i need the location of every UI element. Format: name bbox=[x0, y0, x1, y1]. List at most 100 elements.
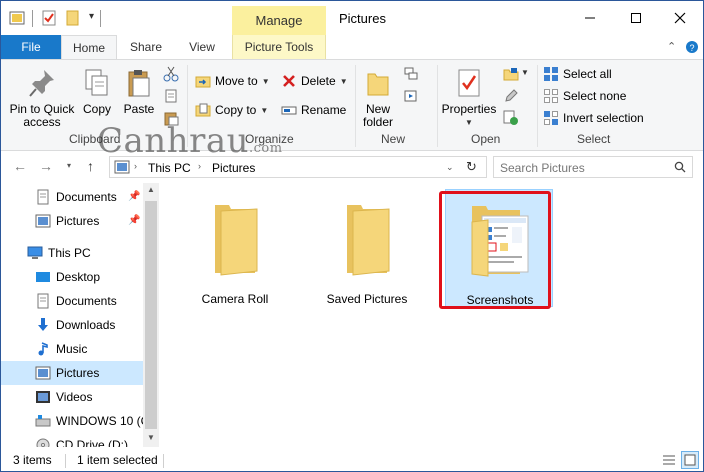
breadcrumb-pictures[interactable]: Pictures bbox=[212, 161, 255, 175]
svg-text:?: ? bbox=[689, 43, 694, 53]
tab-view[interactable]: View bbox=[177, 35, 227, 59]
folder-icon bbox=[215, 205, 258, 276]
file-name: Camera Roll bbox=[201, 292, 269, 306]
copy-path-icon[interactable] bbox=[163, 88, 179, 104]
cut-icon[interactable] bbox=[163, 66, 179, 82]
invert-selection-button[interactable]: Invert selection bbox=[543, 108, 644, 128]
nav-item-downloads[interactable]: Downloads bbox=[1, 313, 143, 337]
documents-icon bbox=[37, 293, 49, 309]
nav-item-label: Pictures bbox=[56, 214, 100, 228]
tab-home[interactable]: Home bbox=[61, 35, 117, 60]
select-all-button[interactable]: Select all bbox=[543, 64, 612, 84]
nav-item-this-pc[interactable]: This PC bbox=[1, 241, 143, 265]
invert-selection-label: Invert selection bbox=[563, 111, 644, 125]
nav-scrollbar[interactable]: ▲ ▼ bbox=[143, 183, 159, 447]
status-bar: 3 items 1 item selected bbox=[1, 449, 703, 471]
nav-scrollbar-thumb[interactable] bbox=[145, 201, 157, 429]
ribbon-tabs: File Home Share View Picture Tools ⌃ ? bbox=[1, 35, 703, 60]
tab-file[interactable]: File bbox=[1, 35, 61, 59]
copy-button[interactable]: Copy bbox=[79, 68, 115, 116]
nav-item-desktop[interactable]: Desktop bbox=[1, 265, 143, 289]
paste-button[interactable]: Paste bbox=[121, 68, 157, 116]
recent-locations-icon[interactable]: ▾ bbox=[67, 161, 71, 170]
pictures-icon bbox=[35, 214, 51, 228]
folder-camera-roll[interactable]: Camera Roll bbox=[181, 189, 289, 307]
delete-dropdown-icon: ▼ bbox=[339, 76, 348, 86]
title-bar: ▾ Manage Pictures bbox=[1, 1, 703, 35]
folder-app-icon[interactable] bbox=[9, 10, 25, 26]
copy-to-button[interactable]: Copy to ▼ bbox=[195, 100, 268, 120]
nav-item-label: Music bbox=[56, 342, 88, 356]
nav-item-label: Documents bbox=[56, 294, 117, 308]
scroll-up-icon[interactable]: ▲ bbox=[147, 185, 155, 194]
breadcrumb-this-pc[interactable]: This PC bbox=[148, 161, 191, 175]
delete-button[interactable]: Delete ▼ bbox=[281, 71, 348, 91]
invert-selection-icon bbox=[544, 111, 558, 125]
nav-item-label: Pictures bbox=[56, 366, 100, 380]
pin-icon[interactable]: 📌 bbox=[128, 191, 140, 202]
refresh-icon[interactable]: ↻ bbox=[466, 159, 477, 175]
search-input[interactable]: Search Pictures bbox=[493, 156, 693, 178]
new-group-label: New bbox=[381, 132, 406, 146]
minimize-button[interactable] bbox=[567, 6, 613, 30]
nav-item-documents[interactable]: Documents bbox=[1, 289, 143, 313]
nav-item-cd-drive[interactable]: CD Drive (D:) bbox=[1, 433, 143, 447]
properties-button[interactable]: Properties ▼ bbox=[439, 68, 499, 129]
select-none-button[interactable]: Select none bbox=[543, 86, 626, 106]
nav-item-label: CD Drive (D:) bbox=[56, 438, 128, 447]
close-button[interactable] bbox=[657, 6, 703, 30]
address-bar[interactable]: › This PC › Pictures ⌄ ↻ bbox=[109, 156, 487, 178]
back-button[interactable]: ← bbox=[13, 158, 27, 174]
nav-item-music[interactable]: Music bbox=[1, 337, 143, 361]
address-row: ← → ▾ ↑ › This PC › Pictures ⌄ ↻ Search … bbox=[1, 151, 703, 183]
copy-to-dropdown-icon: ▼ bbox=[260, 105, 269, 115]
details-view-icon[interactable] bbox=[661, 452, 677, 468]
folder-saved-pictures[interactable]: Saved Pictures bbox=[313, 189, 421, 307]
cd-drive-icon bbox=[36, 438, 50, 447]
move-to-dropdown-icon: ▼ bbox=[261, 76, 270, 86]
tab-picture-tools[interactable]: Picture Tools bbox=[232, 35, 326, 59]
nav-item-label: Desktop bbox=[56, 270, 101, 284]
help-icon[interactable]: ? bbox=[685, 40, 699, 54]
new-item-icon[interactable] bbox=[403, 66, 419, 82]
scroll-down-icon[interactable]: ▼ bbox=[147, 433, 155, 442]
pin-quick-access-button[interactable]: Pin to Quick access bbox=[7, 68, 77, 129]
new-folder-button[interactable]: New folder bbox=[359, 68, 397, 129]
pin-icon[interactable]: 📌 bbox=[128, 215, 140, 226]
forward-button[interactable]: → bbox=[39, 158, 53, 174]
open-icon[interactable] bbox=[503, 66, 519, 82]
open-dropdown-icon[interactable]: ▼ bbox=[521, 68, 529, 77]
ribbon-separator bbox=[355, 65, 356, 147]
pictures-location-icon bbox=[114, 160, 130, 174]
nav-item-pictures[interactable]: Pictures bbox=[1, 361, 143, 385]
new-folder-icon[interactable] bbox=[65, 10, 81, 26]
nav-item-videos[interactable]: Videos bbox=[1, 385, 143, 409]
select-group-label: Select bbox=[577, 132, 611, 146]
manage-contextual-tab[interactable]: Manage bbox=[232, 6, 326, 35]
properties-check-icon[interactable] bbox=[41, 10, 57, 26]
window-title: Pictures bbox=[339, 11, 386, 26]
customize-qat-icon[interactable]: ▾ bbox=[89, 11, 94, 22]
up-button[interactable]: ↑ bbox=[87, 158, 94, 174]
large-icons-view-button[interactable] bbox=[681, 451, 699, 469]
move-to-button[interactable]: Move to ▼ bbox=[195, 71, 270, 91]
easy-access-icon[interactable] bbox=[403, 88, 419, 104]
maximize-button[interactable] bbox=[613, 6, 659, 30]
minimize-icon bbox=[585, 17, 595, 19]
nav-item-quick-documents[interactable]: Documents bbox=[1, 185, 143, 209]
nav-item-quick-pictures[interactable]: Pictures bbox=[1, 209, 143, 233]
rename-button[interactable]: Rename bbox=[281, 100, 346, 120]
edit-icon[interactable] bbox=[503, 88, 519, 104]
paste-icon bbox=[128, 70, 150, 97]
copy-icon bbox=[85, 69, 108, 96]
history-icon[interactable] bbox=[503, 110, 519, 126]
desktop-icon bbox=[36, 272, 50, 282]
drive-icon bbox=[35, 415, 51, 427]
search-icon bbox=[674, 161, 686, 173]
nav-item-windows-drive[interactable]: WINDOWS 10 (C bbox=[1, 409, 143, 433]
tab-share[interactable]: Share bbox=[121, 35, 171, 59]
file-name: Saved Pictures bbox=[326, 292, 408, 306]
collapse-ribbon-icon[interactable]: ⌃ bbox=[667, 40, 676, 53]
paste-shortcut-icon[interactable] bbox=[163, 110, 179, 126]
address-dropdown-icon[interactable]: ⌄ bbox=[446, 162, 454, 173]
